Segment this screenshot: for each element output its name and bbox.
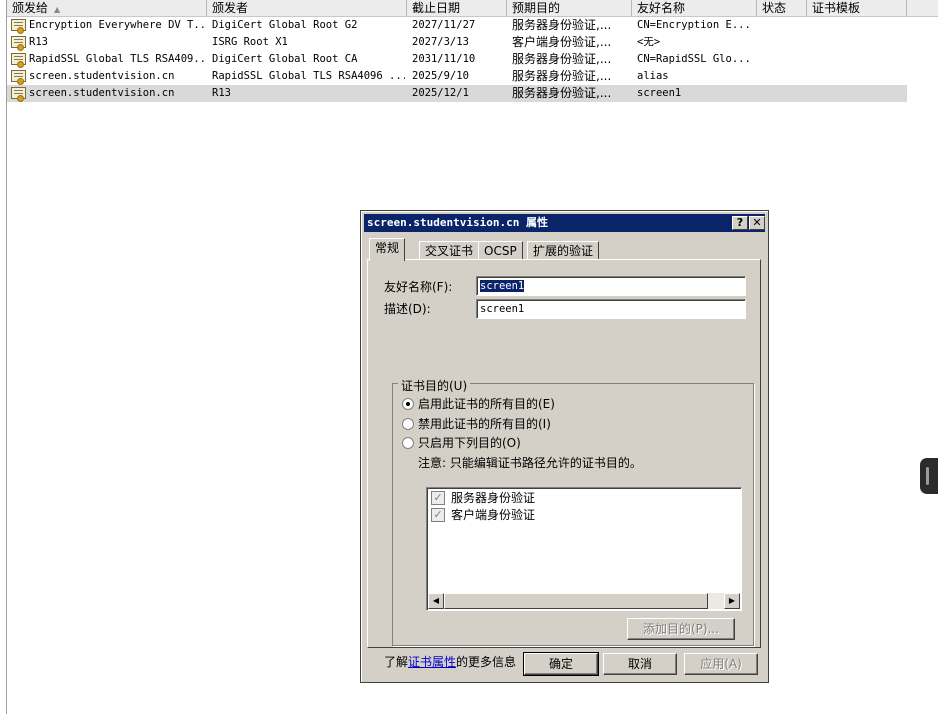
cell-template: [812, 85, 907, 102]
add-purpose-button[interactable]: 添加目的(P)...: [627, 618, 735, 640]
sort-ascending-icon: ▲: [54, 5, 61, 14]
radio-enable-all-label: 启用此证书的所有目的(E): [418, 397, 555, 411]
column-header-status[interactable]: 状态: [757, 0, 807, 16]
cell-purposes: 服务器身份验证,...: [512, 86, 612, 100]
cell-purposes: 服务器身份验证,...: [512, 18, 612, 32]
friendly-name-value: screen1: [480, 280, 525, 292]
certificate-icon: [11, 87, 26, 102]
tab-general[interactable]: 常规: [369, 238, 406, 261]
certificate-icon: [11, 53, 26, 68]
column-header-issued-by[interactable]: 颁发者: [207, 0, 407, 16]
purposes-note: 注意: 只能编辑证书路径允许的证书目的。: [418, 456, 642, 470]
cell-purposes: 服务器身份验证,...: [512, 52, 612, 66]
scrollbar-thumb[interactable]: [444, 593, 708, 609]
cell-status: [762, 85, 807, 102]
certificate-properties-dialog: screen.studentvision.cn 属性 ? ✕ 常规 交叉证书 O…: [360, 210, 769, 683]
cell-issued-by: DigiCert Global Root G2: [212, 19, 358, 31]
cell-expiration: 2025/9/10: [412, 70, 469, 82]
table-row[interactable]: screen.studentvision.cn RapidSSL Global T…: [7, 68, 907, 85]
cell-issued-to: screen.studentvision.cn: [29, 70, 175, 82]
cell-status: [762, 68, 807, 85]
help-button[interactable]: ?: [732, 216, 748, 230]
horizontal-scrollbar[interactable]: ◀ ▶: [428, 593, 740, 609]
dialog-titlebar[interactable]: screen.studentvision.cn 属性 ? ✕: [364, 214, 765, 232]
cell-template: [812, 34, 907, 51]
cell-expiration: 2027/3/13: [412, 36, 469, 48]
description-input[interactable]: screen1: [476, 299, 746, 319]
cell-issued-by: DigiCert Global Root CA: [212, 53, 358, 65]
cell-purposes: 服务器身份验证,...: [512, 69, 612, 83]
cell-issued-to: RapidSSL Global TLS RSA409...: [29, 53, 205, 65]
column-header-template[interactable]: 证书模板: [807, 0, 907, 16]
cell-friendly-name: screen1: [637, 87, 682, 99]
cell-issued-to: R13: [29, 36, 48, 48]
radio-indicator[interactable]: [402, 437, 414, 449]
general-tab-panel: 友好名称(F): screen1 描述(D): screen1 证书目的(U) …: [367, 259, 761, 669]
cell-issued-by: RapidSSL Global TLS RSA4096 ...: [212, 70, 405, 82]
dialog-title: screen.studentvision.cn 属性: [367, 216, 548, 229]
radio-indicator[interactable]: [402, 418, 414, 430]
cell-status: [762, 51, 807, 68]
cell-friendly-name: CN=RapidSSL Glo...: [637, 53, 751, 65]
cell-issued-by: R13: [212, 87, 231, 99]
list-border: [6, 0, 7, 714]
column-header-friendly-name[interactable]: 友好名称: [632, 0, 757, 16]
purposes-group-title: 证书目的(U): [398, 377, 471, 394]
certificate-icon: [11, 19, 26, 34]
cell-template: [812, 17, 907, 34]
tab-ocsp[interactable]: OCSP: [478, 241, 523, 260]
cell-status: [762, 17, 807, 34]
radio-disable-all-label: 禁用此证书的所有目的(I): [418, 417, 551, 431]
friendly-name-label: 友好名称(F):: [384, 280, 453, 294]
cell-friendly-name: alias: [637, 70, 669, 82]
tab-cross-certificates[interactable]: 交叉证书: [419, 241, 480, 260]
cell-template: [812, 51, 907, 68]
radio-enable-following-label: 只启用下列目的(O): [418, 436, 521, 450]
description-label: 描述(D):: [384, 302, 431, 316]
column-header-issued-to[interactable]: 颁发给 ▲: [7, 0, 207, 16]
list-header: 颁发给 ▲ 颁发者 截止日期 预期目的 友好名称 状态 证书模板: [7, 0, 938, 17]
dialog-tabs: 常规 交叉证书 OCSP 扩展的验证: [367, 238, 762, 261]
tab-extended-validation[interactable]: 扩展的验证: [527, 241, 600, 260]
friendly-name-input[interactable]: screen1: [476, 276, 746, 296]
cell-expiration: 2027/11/27: [412, 19, 476, 31]
table-row[interactable]: R13 ISRG Root X1 2027/3/13 客户端身份验证,... <无>: [7, 34, 907, 51]
table-row[interactable]: Encryption Everywhere DV T... DigiCert Gl…: [7, 17, 907, 34]
column-header-expiration[interactable]: 截止日期: [407, 0, 507, 16]
scroll-left-icon[interactable]: ◀: [428, 593, 444, 609]
checkbox-checked-icon[interactable]: ✓: [431, 508, 445, 522]
table-row[interactable]: RapidSSL Global TLS RSA409... DigiCert Gl…: [7, 51, 907, 68]
certificate-icon: [11, 70, 26, 85]
cell-friendly-name: CN=Encryption E...: [637, 19, 751, 31]
cell-issued-to: screen.studentvision.cn: [29, 87, 175, 99]
certificate-properties-link[interactable]: 证书属性: [408, 655, 456, 669]
cell-expiration: 2025/12/1: [412, 87, 469, 99]
learn-more-text: 了解证书属性的更多信息: [384, 655, 517, 669]
ok-button[interactable]: 确定: [523, 652, 599, 676]
purposes-listbox[interactable]: ✓ 服务器身份验证 ✓ 客户端身份验证 ◀ ▶: [426, 487, 742, 611]
checkbox-checked-icon[interactable]: ✓: [431, 491, 445, 505]
side-panel-handle[interactable]: [920, 458, 938, 494]
close-button[interactable]: ✕: [749, 216, 765, 230]
cell-issued-to: Encryption Everywhere DV T...: [29, 19, 205, 31]
apply-button[interactable]: 应用(A): [684, 653, 758, 675]
cell-friendly-name: <无>: [637, 36, 661, 48]
scroll-right-icon[interactable]: ▶: [724, 593, 740, 609]
purpose-label: 客户端身份验证: [451, 508, 536, 522]
table-row[interactable]: screen.studentvision.cn R13 2025/12/1 服务器身份…: [7, 85, 907, 102]
cell-purposes: 客户端身份验证,...: [512, 35, 612, 49]
column-header-purposes[interactable]: 预期目的: [507, 0, 632, 16]
cell-issued-by: ISRG Root X1: [212, 36, 288, 48]
cell-expiration: 2031/11/10: [412, 53, 476, 65]
radio-indicator[interactable]: [402, 398, 414, 410]
cell-status: [762, 34, 807, 51]
certificate-icon: [11, 36, 26, 51]
purpose-label: 服务器身份验证: [451, 491, 536, 505]
cancel-button[interactable]: 取消: [603, 653, 677, 675]
cell-template: [812, 68, 907, 85]
